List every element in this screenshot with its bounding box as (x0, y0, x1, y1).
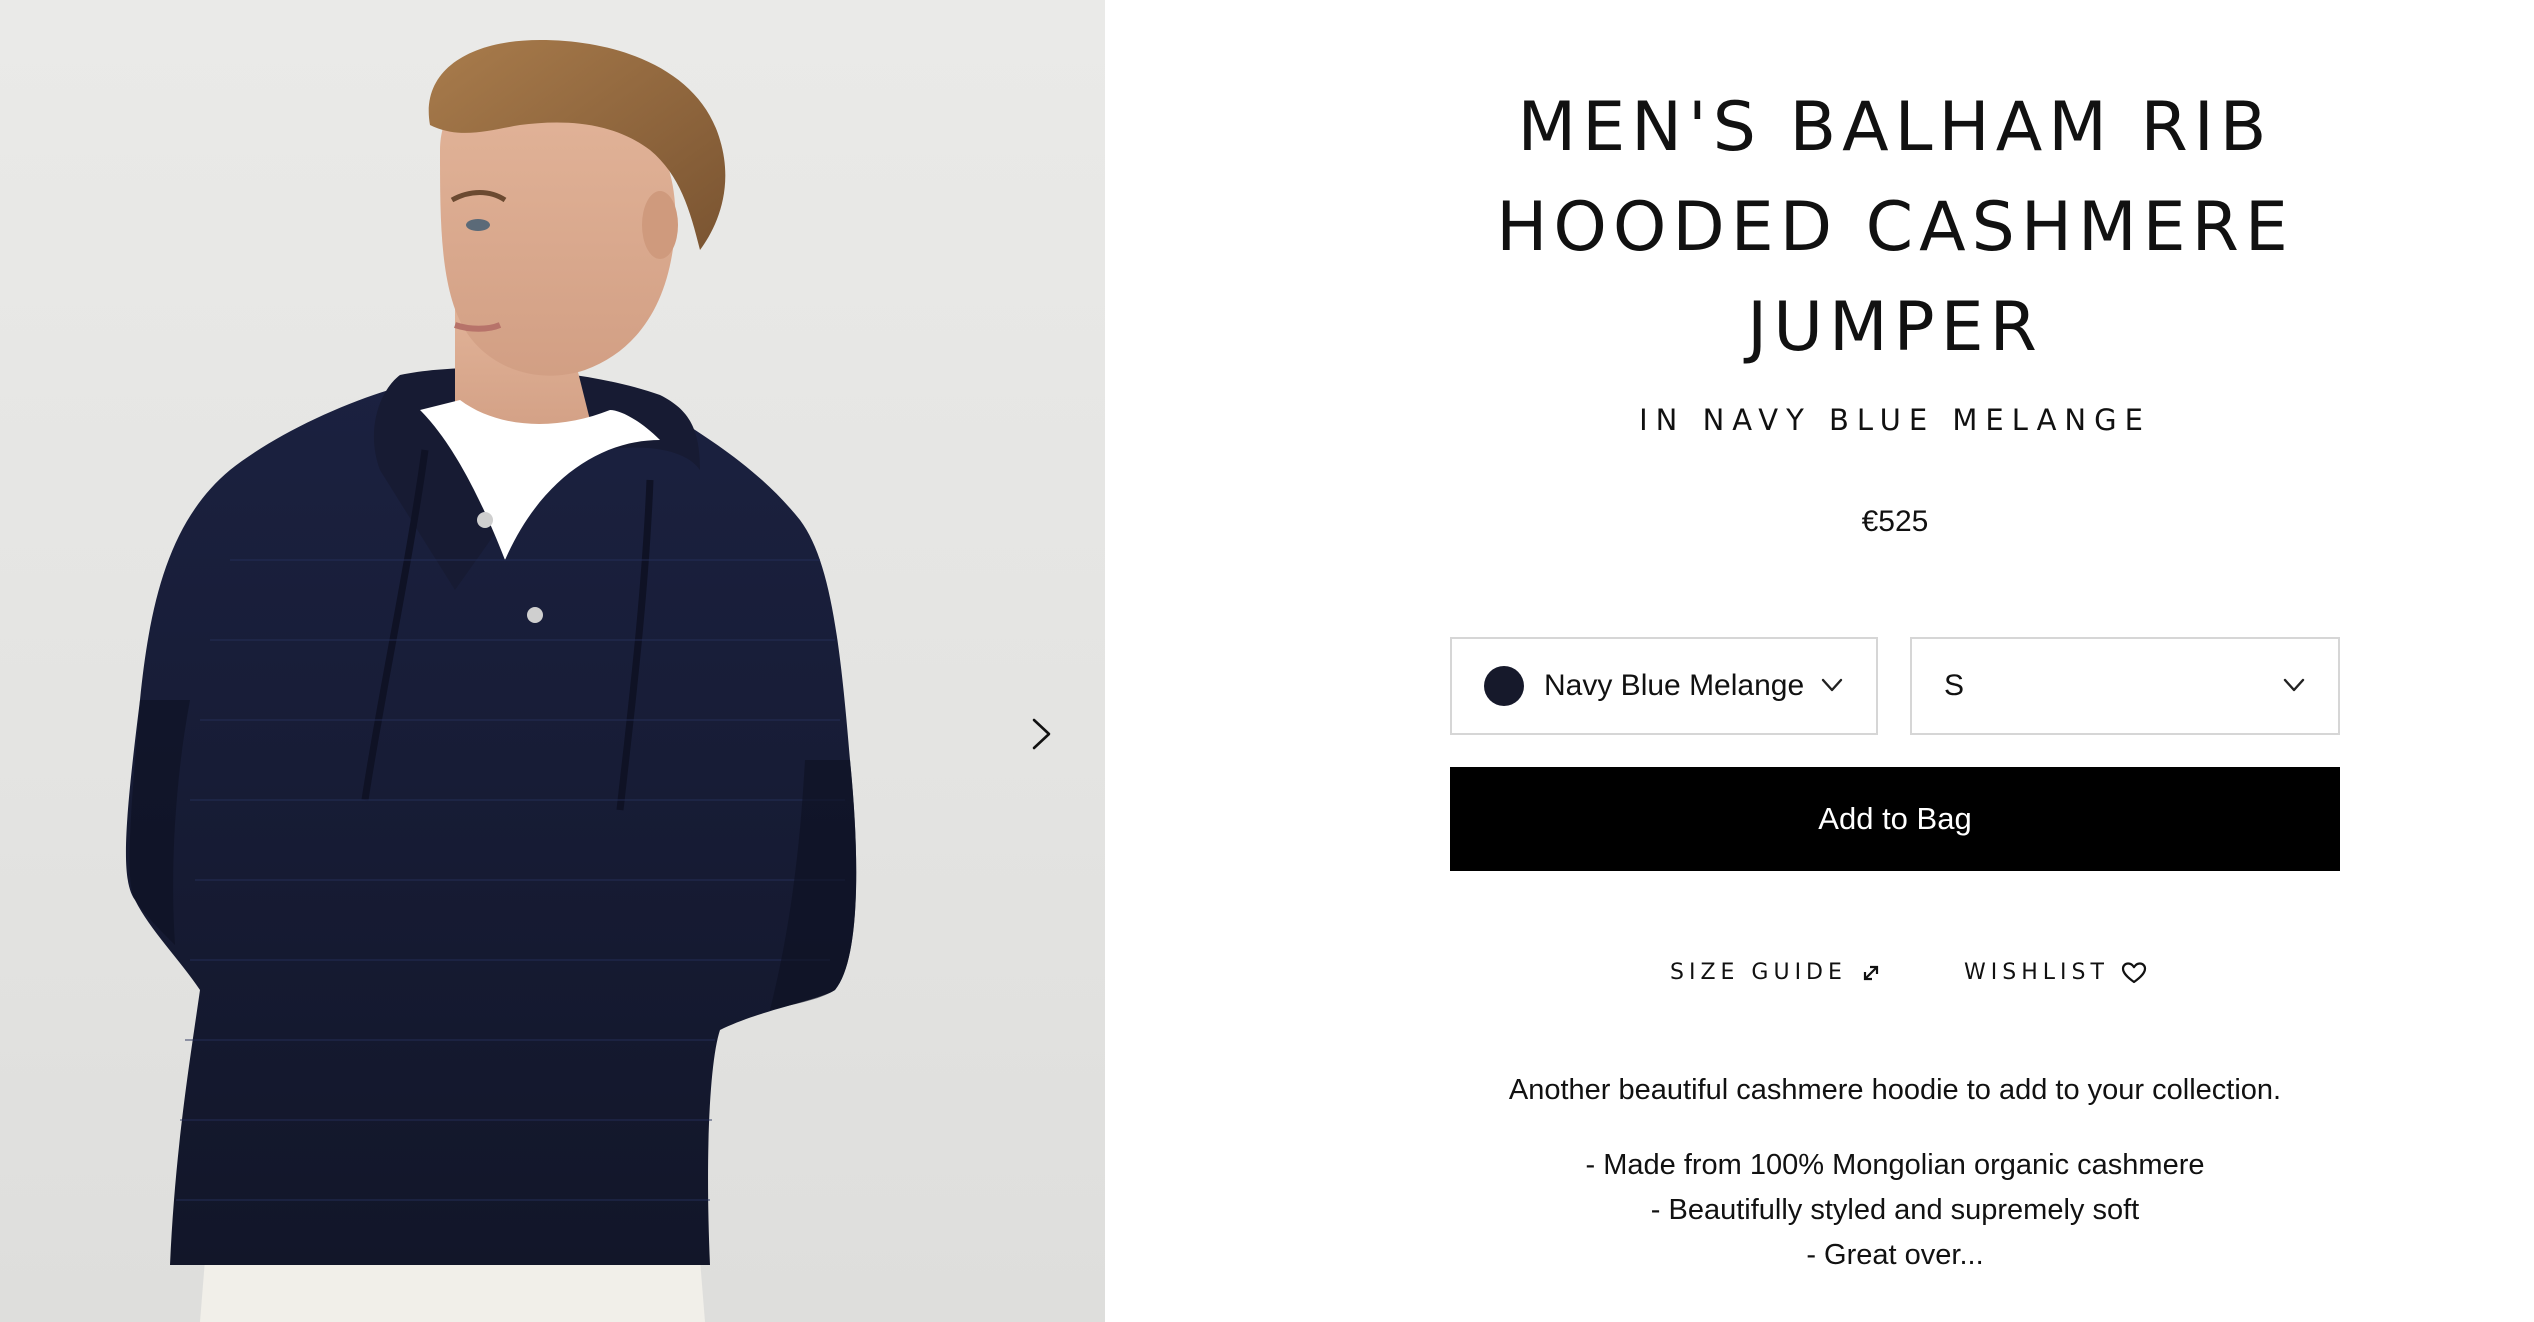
product-colour-line: IN NAVY BLUE MELANGE (1639, 403, 2151, 437)
expand-arrows-icon (1863, 965, 1879, 980)
chevron-down-icon (1821, 678, 1843, 692)
product-photo (125, 40, 857, 1322)
product-description: Another beautiful cashmere hoodie to add… (1450, 1068, 2340, 1278)
product-details: MEN'S BALHAM RIB HOODED CASHMERE JUMPER … (1450, 0, 2340, 1322)
add-to-bag-button[interactable]: Add to Bag (1450, 767, 2340, 871)
product-price: €525 (1861, 505, 1929, 538)
size-guide-label: SIZE GUIDE (1670, 960, 1847, 985)
colour-swatch (1484, 666, 1524, 706)
wishlist-label: WISHLIST (1964, 960, 2109, 985)
colour-select-value: Navy Blue Melange (1544, 669, 1805, 702)
colour-select[interactable]: Navy Blue Melange (1450, 637, 1878, 735)
gallery-next-button[interactable] (1020, 712, 1064, 756)
chevron-down-icon (2283, 678, 2305, 692)
wishlist-link[interactable]: WISHLIST (1964, 960, 2147, 985)
product-links: SIZE GUIDE WISHLIST (1450, 960, 2340, 1004)
product-title: MEN'S BALHAM RIB HOODED CASHMERE JUMPER (1496, 88, 2294, 367)
heart-icon (2121, 961, 2147, 983)
size-guide-link[interactable]: SIZE GUIDE (1670, 960, 1883, 985)
size-select-value: S (1944, 669, 1965, 702)
description-lead: Another beautiful cashmere hoodie to add… (1508, 1074, 2282, 1106)
chevron-right-icon (1032, 718, 1051, 750)
product-page: MEN'S BALHAM RIB HOODED CASHMERE JUMPER … (0, 0, 2534, 1322)
description-bullet: - Great over... (1806, 1239, 1984, 1271)
product-image-gallery (0, 0, 1105, 1322)
size-select[interactable]: S (1910, 637, 2340, 735)
description-bullet: - Made from 100% Mongolian organic cashm… (1585, 1149, 2205, 1181)
description-bullet: - Beautifully styled and supremely soft (1650, 1194, 2140, 1226)
